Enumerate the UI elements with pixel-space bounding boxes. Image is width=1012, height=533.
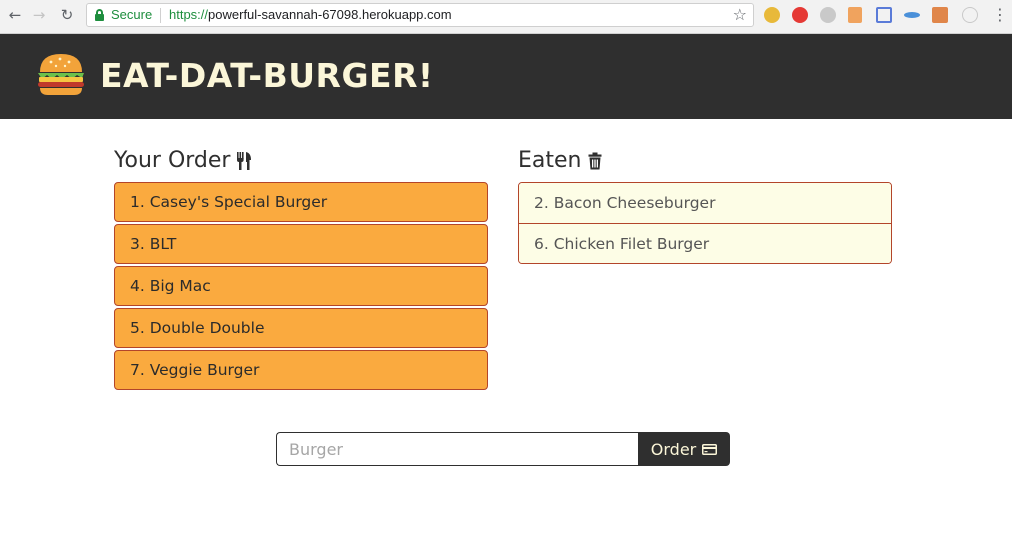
burger-icon <box>38 54 84 95</box>
order-button[interactable]: Order <box>638 432 730 466</box>
forward-arrow-icon[interactable]: → <box>28 4 50 26</box>
menu-kebab-icon[interactable]: ⋮ <box>992 5 1008 24</box>
extension-icon-6[interactable] <box>904 12 920 18</box>
trash-icon <box>588 152 601 170</box>
extension-icon-2[interactable] <box>792 7 808 23</box>
eaten-item: 2. Bacon Cheeseburger <box>519 183 891 223</box>
url-text[interactable]: https://powerful-savannah-67098.herokuap… <box>169 7 452 22</box>
reload-icon[interactable]: ↻ <box>56 4 78 26</box>
site-header: Eat-Dat-Burger! <box>0 34 1012 119</box>
eaten-item: 6. Chicken Filet Burger <box>519 223 891 263</box>
url-host: powerful-savannah-67098.herokuapp.com <box>208 7 452 22</box>
site-title: Eat-Dat-Burger! <box>100 56 434 95</box>
extension-icon-8[interactable] <box>962 7 978 23</box>
order-item[interactable]: 1. Casey's Special Burger <box>114 182 488 222</box>
bookmark-star-icon[interactable]: ☆ <box>733 5 747 24</box>
order-item[interactable]: 4. Big Mac <box>114 266 488 306</box>
address-bar[interactable]: Secure https://powerful-savannah-67098.h… <box>86 3 754 27</box>
address-divider <box>160 8 161 23</box>
order-item[interactable]: 7. Veggie Burger <box>114 350 488 390</box>
utensils-icon <box>237 152 252 170</box>
eaten-list: 2. Bacon Cheeseburger 6. Chicken Filet B… <box>518 182 892 264</box>
url-scheme: https:// <box>169 7 209 22</box>
extension-icon-4[interactable] <box>848 7 862 23</box>
burger-name-input[interactable] <box>276 432 638 466</box>
extension-icon-3[interactable] <box>820 7 836 23</box>
order-button-label: Order <box>650 439 697 459</box>
order-list: 1. Casey's Special Burger 3. BLT 4. Big … <box>114 182 488 392</box>
your-order-heading-text: Your Order <box>114 148 231 173</box>
eaten-heading: Eaten <box>518 146 602 176</box>
order-item[interactable]: 5. Double Double <box>114 308 488 348</box>
extension-icon-1[interactable] <box>764 7 780 23</box>
extension-icon-7[interactable] <box>932 7 948 23</box>
lock-icon <box>95 9 104 21</box>
credit-card-icon <box>702 443 718 455</box>
extension-icon-5[interactable] <box>876 7 892 23</box>
security-label: Secure <box>111 7 153 22</box>
browser-toolbar: ← → ↻ Secure https://powerful-savannah-6… <box>0 0 1012 34</box>
back-arrow-icon[interactable]: ← <box>4 4 26 26</box>
eaten-heading-text: Eaten <box>518 148 582 173</box>
order-item[interactable]: 3. BLT <box>114 224 488 264</box>
your-order-heading: Your Order <box>114 146 252 176</box>
